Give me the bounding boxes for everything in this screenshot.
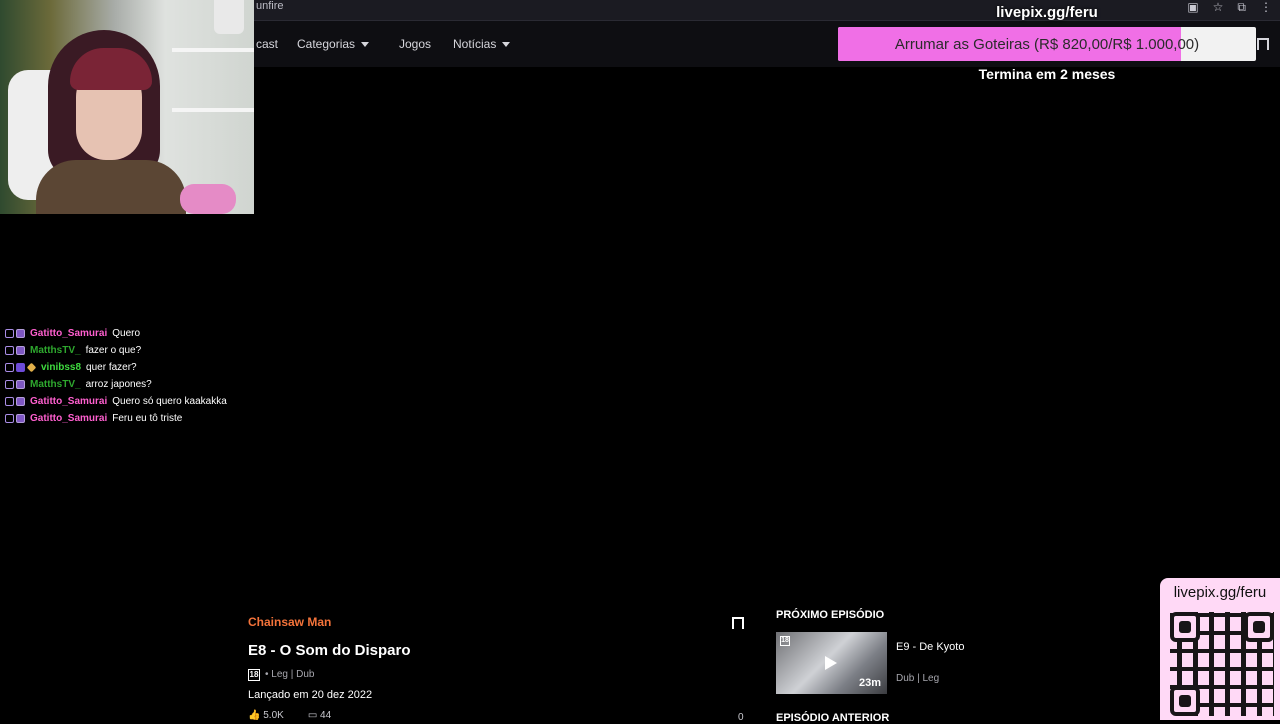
- donation-goal-bar: Arrumar as Goteiras (R$ 820,00/R$ 1.000,…: [838, 27, 1256, 61]
- bookmark-icon[interactable]: [1257, 38, 1269, 50]
- streamer-body: [36, 160, 186, 214]
- chat-badge-icon: [5, 346, 14, 355]
- menu-icon[interactable]: ⋮: [1260, 1, 1272, 13]
- chat-message-text: fazer o que?: [85, 345, 142, 356]
- url-fragment: unfire: [256, 0, 284, 12]
- browser-toolbar-icons: ▣ ☆ ⧉ ⋮: [1187, 1, 1272, 13]
- chat-message-text: quer fazer?: [86, 362, 137, 373]
- extensions-icon[interactable]: ⧉: [1237, 1, 1246, 13]
- chat-username[interactable]: MatthsTV_: [30, 345, 81, 356]
- episode-duration: 23m: [858, 677, 881, 689]
- goal-deadline: Termina em 2 meses: [978, 66, 1116, 82]
- chat-message: Gatitto_Samurai Quero: [5, 325, 255, 342]
- comments-button[interactable]: ▭ 44: [308, 710, 331, 721]
- nav-item-label: Notícias: [453, 37, 497, 51]
- qr-finder: [1244, 612, 1274, 642]
- goal-text: Arrumar as Goteiras (R$ 820,00/R$ 1.000,…: [894, 35, 1200, 53]
- comment-count: 44: [320, 710, 332, 721]
- chat-badge-icon: [5, 380, 14, 389]
- nav-item-categorias[interactable]: Categorias: [297, 37, 370, 51]
- screen-share-icon[interactable]: ▣: [1187, 1, 1198, 13]
- nav-item-jogos[interactable]: Jogos: [399, 37, 431, 51]
- livepix-qr-card: livepix.gg/feru: [1160, 578, 1280, 720]
- qr-finder: [1170, 612, 1200, 642]
- previous-episode-label: EPISÓDIO ANTERIOR: [776, 712, 890, 724]
- microphone: [180, 184, 236, 214]
- chat-message-text: arroz japones?: [85, 379, 152, 390]
- nav-item-label: cast: [256, 37, 279, 51]
- sub-badge-icon: [16, 414, 25, 423]
- shelf: [172, 108, 254, 112]
- chat-message: MatthsTV_ fazer o que?: [5, 342, 255, 359]
- age-rating-badge: 18: [780, 636, 790, 646]
- chat-badge-icon: [5, 363, 14, 372]
- chevron-down-icon: [502, 41, 511, 47]
- gem-badge-icon: [26, 362, 37, 373]
- episode-actions: 👍 5.0K ▭ 44: [248, 710, 331, 721]
- chat-message: MatthsTV_ arroz japones?: [5, 376, 255, 393]
- chat-badge-icon: [5, 329, 14, 338]
- episode-title: E8 - O Som do Disparo: [248, 642, 411, 659]
- like-count: 5.0K: [263, 710, 284, 721]
- livepix-url: livepix.gg/feru: [996, 4, 1098, 21]
- qr-finder: [1170, 686, 1200, 716]
- sub2-badge-icon: [16, 346, 25, 355]
- star-icon[interactable]: ☆: [1213, 1, 1224, 13]
- qr-url: livepix.gg/feru: [1173, 584, 1267, 601]
- webcam-feed: [0, 0, 254, 214]
- sub-badge-icon: [16, 397, 25, 406]
- nav-item-label: Jogos: [399, 37, 432, 51]
- nav-item-podcast[interactable]: cast: [256, 37, 278, 51]
- chat-username[interactable]: Gatitto_Samurai: [30, 396, 107, 407]
- series-title[interactable]: Chainsaw Man: [248, 615, 331, 629]
- chevron-down-icon: [361, 41, 370, 47]
- chat-username[interactable]: Gatitto_Samurai: [30, 328, 107, 339]
- episode-languages: • Leg | Dub: [265, 669, 315, 680]
- shelf: [172, 48, 254, 52]
- stream-chat: Gatitto_Samurai Quero MatthsTV_ fazer o que…: [5, 325, 255, 427]
- chat-message: Gatitto_Samurai Quero só quero kaakakka: [5, 393, 255, 410]
- next-episode-label: PRÓXIMO EPISÓDIO: [776, 609, 885, 621]
- play-icon[interactable]: [825, 656, 837, 670]
- next-episode-thumbnail[interactable]: 18 23m: [776, 632, 887, 694]
- sub2-badge-icon: [16, 380, 25, 389]
- count-zero: 0: [738, 712, 744, 723]
- chat-username[interactable]: Gatitto_Samurai: [30, 413, 107, 424]
- star-badge-icon: [16, 363, 25, 372]
- qr-code: [1170, 612, 1274, 716]
- chat-message-text: Quero só quero kaakakka: [112, 396, 227, 407]
- release-date: Lançado em 20 dez 2022: [248, 689, 373, 701]
- chat-badge-icon: [5, 414, 14, 423]
- cup: [214, 0, 244, 34]
- sub-badge-icon: [16, 329, 25, 338]
- nav-item-noticias[interactable]: Notícias: [453, 37, 511, 51]
- bookmark-icon[interactable]: [732, 617, 744, 632]
- chat-badge-icon: [5, 397, 14, 406]
- next-episode-title[interactable]: E9 - De Kyoto: [896, 641, 964, 653]
- like-button[interactable]: 👍 5.0K: [248, 710, 284, 721]
- chat-username[interactable]: vinibss8: [41, 362, 81, 373]
- nav-item-label: Categorias: [297, 37, 356, 51]
- chat-message: Gatitto_Samurai Feru eu tô triste: [5, 410, 255, 427]
- age-rating-badge: 18: [248, 669, 260, 681]
- chat-message-text: Feru eu tô triste: [112, 413, 183, 424]
- chat-message-text: Quero: [112, 328, 141, 339]
- chat-username[interactable]: MatthsTV_: [30, 379, 81, 390]
- next-episode-languages: Dub | Leg: [896, 673, 940, 684]
- chat-message: vinibss8 quer fazer?: [5, 359, 255, 376]
